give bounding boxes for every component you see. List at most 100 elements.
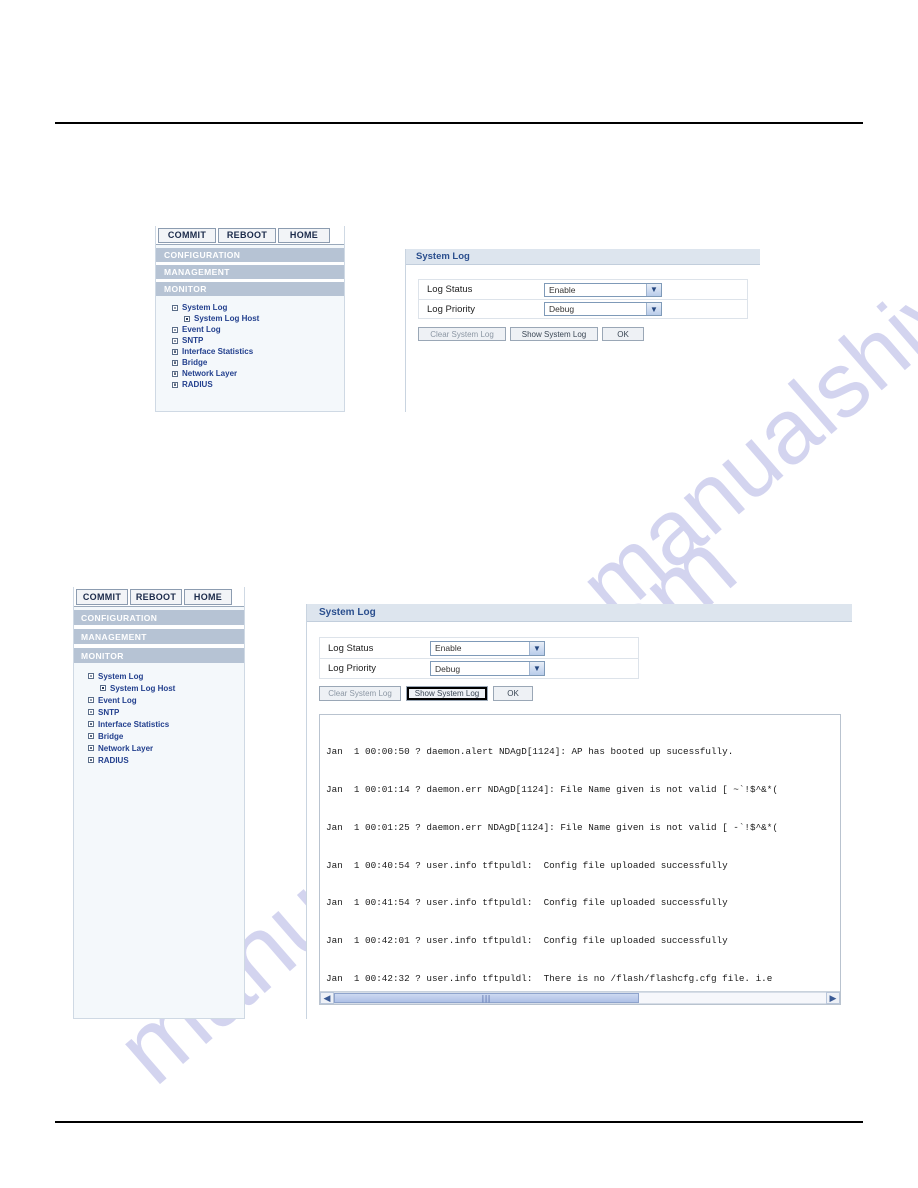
clear-system-log-button[interactable]: Clear System Log <box>319 686 401 701</box>
plus-box-icon[interactable] <box>88 721 94 727</box>
tree-item-bridge[interactable]: Bridge <box>172 357 344 368</box>
scroll-left-arrow-icon[interactable]: ◀ <box>320 992 334 1004</box>
dot-box-icon[interactable] <box>184 315 190 322</box>
tree-item-label: SNTP <box>182 336 204 345</box>
tree-item-radius[interactable]: RADIUS <box>88 754 244 766</box>
scrollbar-track[interactable]: ||| <box>334 992 826 1004</box>
log-status-control: Enable ▼ <box>430 640 638 656</box>
sidebar-section-management[interactable]: MANAGEMENT <box>74 629 244 644</box>
log-status-value: Enable <box>435 643 462 653</box>
dot-box-icon[interactable] <box>100 685 106 691</box>
tree-item-label: System Log <box>98 671 144 681</box>
minus-box-icon[interactable] <box>88 697 94 703</box>
log-priority-select[interactable]: Debug ▼ <box>544 302 662 316</box>
tree-item-label: System Log Host <box>110 683 176 693</box>
tree-item-label: Event Log <box>182 325 221 334</box>
system-log-output-box[interactable]: Jan 1 00:00:50 ? daemon.alert NDAgD[1124… <box>319 714 841 1005</box>
sidebar-section-configuration[interactable]: CONFIGURATION <box>156 248 344 262</box>
plus-box-icon[interactable] <box>88 733 94 739</box>
plus-box-icon[interactable] <box>172 348 178 355</box>
chevron-down-icon[interactable]: ▼ <box>529 662 544 675</box>
minus-box-icon[interactable] <box>88 709 94 715</box>
page-title: System Log <box>319 607 376 618</box>
clear-system-log-button[interactable]: Clear System Log <box>418 327 506 341</box>
scrollbar-thumb[interactable]: ||| <box>334 993 640 1003</box>
action-button-row: Clear System Log Show System Log OK <box>418 327 760 341</box>
log-priority-control: Debug ▼ <box>430 661 638 676</box>
show-system-log-button[interactable]: Show System Log <box>406 686 488 701</box>
log-line: Jan 1 00:01:14 ? daemon.err NDAgD[1124]:… <box>326 783 778 795</box>
reboot-button[interactable]: REBOOT <box>218 228 276 243</box>
table-row: Log Priority Debug ▼ <box>418 299 748 319</box>
monitor-tree: System Log System Log Host Event Log SNT… <box>74 663 244 766</box>
minus-box-icon[interactable] <box>172 304 178 311</box>
tree-item-system-log[interactable]: System Log <box>172 302 344 313</box>
page-header-rule <box>55 122 863 124</box>
log-line: Jan 1 00:42:01 ? user.info tftpuldl: Con… <box>326 935 728 947</box>
sidebar-section-configuration[interactable]: CONFIGURATION <box>74 610 244 625</box>
tree-item-label: Bridge <box>98 731 124 741</box>
log-line: Jan 1 00:42:32 ? user.info tftpuldl: The… <box>326 972 773 984</box>
home-button[interactable]: HOME <box>278 228 330 243</box>
table-row: Log Status Enable ▼ <box>319 637 639 658</box>
minus-box-icon[interactable] <box>172 326 178 333</box>
tree-item-interface-statistics[interactable]: Interface Statistics <box>88 718 244 730</box>
tree-item-event-log[interactable]: Event Log <box>88 694 244 706</box>
home-button[interactable]: HOME <box>184 589 232 605</box>
minus-box-icon[interactable] <box>172 337 178 344</box>
settings-table: Log Status Enable ▼ Log Priority Debug ▼ <box>418 279 748 319</box>
log-priority-value: Debug <box>435 663 461 674</box>
ok-button[interactable]: OK <box>493 686 533 701</box>
tree-item-system-log-host[interactable]: System Log Host <box>88 682 244 694</box>
plus-box-icon[interactable] <box>88 757 94 763</box>
scroll-right-arrow-icon[interactable]: ▶ <box>826 992 840 1004</box>
ok-button[interactable]: OK <box>602 327 644 341</box>
sidebar-section-label: CONFIGURATION <box>81 612 158 623</box>
tree-item-network-layer[interactable]: Network Layer <box>88 742 244 754</box>
tree-item-label: Interface Statistics <box>98 719 170 729</box>
tree-item-sntp[interactable]: SNTP <box>172 335 344 346</box>
minus-box-icon[interactable] <box>88 673 94 679</box>
horizontal-scrollbar[interactable]: ◀ ||| ▶ <box>320 991 840 1004</box>
plus-box-icon[interactable] <box>172 381 178 388</box>
panel-title-bar: System Log <box>406 249 760 265</box>
log-priority-select[interactable]: Debug ▼ <box>430 661 545 676</box>
sidebar-section-monitor[interactable]: MONITOR <box>74 648 244 663</box>
tree-item-sntp[interactable]: SNTP <box>88 706 244 718</box>
tree-item-bridge[interactable]: Bridge <box>88 730 244 742</box>
plus-box-icon[interactable] <box>172 370 178 377</box>
page-footer-rule <box>55 1121 863 1123</box>
commit-button[interactable]: COMMIT <box>76 589 128 605</box>
plus-box-icon[interactable] <box>88 745 94 751</box>
plus-box-icon[interactable] <box>172 359 178 366</box>
tree-item-radius[interactable]: RADIUS <box>172 379 344 390</box>
table-row: Log Status Enable ▼ <box>418 279 748 299</box>
tree-item-label: Network Layer <box>98 743 154 753</box>
top-button-bar: COMMIT REBOOT HOME <box>74 587 244 607</box>
chevron-down-icon[interactable]: ▼ <box>646 283 661 296</box>
tree-item-interface-statistics[interactable]: Interface Statistics <box>172 346 344 357</box>
page-title: System Log <box>416 251 470 262</box>
chevron-down-icon[interactable]: ▼ <box>529 641 544 655</box>
sidebar-section-label: MONITOR <box>164 284 207 294</box>
commit-button[interactable]: COMMIT <box>158 228 216 243</box>
top-button-bar: COMMIT REBOOT HOME <box>156 226 344 245</box>
tree-item-label: RADIUS <box>182 380 213 389</box>
sidebar-section-monitor[interactable]: MONITOR <box>156 282 344 296</box>
figure-top-content-panel: System Log Log Status Enable ▼ Log Prior… <box>405 249 760 412</box>
sidebar-section-management[interactable]: MANAGEMENT <box>156 265 344 279</box>
navigation-column: COMMIT REBOOT HOME CONFIGURATION MANAGEM… <box>155 226 345 412</box>
reboot-button[interactable]: REBOOT <box>130 589 182 605</box>
tree-item-label: RADIUS <box>98 755 129 765</box>
tree-item-system-log-host[interactable]: System Log Host <box>172 313 344 324</box>
log-priority-label: Log Priority <box>328 663 377 674</box>
log-status-select[interactable]: Enable ▼ <box>430 640 545 656</box>
show-system-log-button[interactable]: Show System Log <box>510 327 598 341</box>
tree-item-system-log[interactable]: System Log <box>88 670 244 682</box>
chevron-down-icon[interactable]: ▼ <box>646 303 661 315</box>
tree-item-event-log[interactable]: Event Log <box>172 324 344 335</box>
log-status-select[interactable]: Enable ▼ <box>544 282 662 297</box>
tree-item-label: Bridge <box>182 358 208 367</box>
tree-item-network-layer[interactable]: Network Layer <box>172 368 344 379</box>
panel-body: Log Status Enable ▼ Log Priority Debug ▼ <box>307 622 852 1005</box>
